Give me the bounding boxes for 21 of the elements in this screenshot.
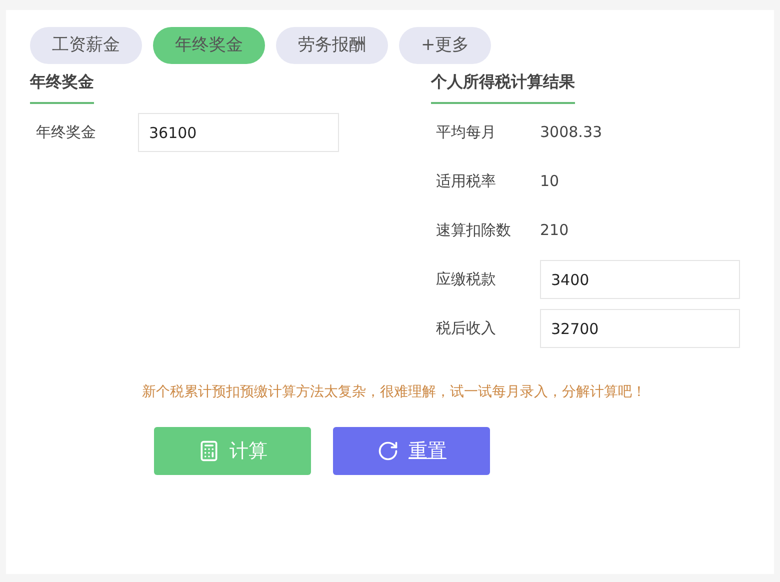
result-value: 3008.33: [540, 122, 602, 144]
field-label: 年终奖金: [35, 122, 97, 144]
section-title: 个人所得税计算结果: [431, 70, 575, 104]
result-field[interactable]: 3400: [540, 260, 740, 299]
result-value: 10: [540, 171, 560, 192]
input-field[interactable]: 36100: [138, 113, 339, 152]
result-label: 平均每月: [435, 122, 497, 144]
result-value: 210: [540, 220, 569, 242]
refresh-icon: [376, 440, 398, 462]
tab[interactable]: 劳务报酬: [276, 27, 388, 64]
result-field[interactable]: 32700: [540, 309, 740, 348]
hint-text: 新个税累计预扣预缴计算方法太复杂，很难理解，试一试每月录入，分解计算吧！: [141, 383, 646, 402]
result-label: 速算扣除数: [435, 220, 512, 242]
reset-button[interactable]: 重置: [333, 427, 490, 475]
result-label: 税后收入: [435, 318, 497, 340]
tab[interactable]: 年终奖金: [153, 27, 265, 64]
tab[interactable]: 工资薪金: [30, 27, 142, 64]
section-title: 年终奖金: [30, 70, 94, 104]
tab[interactable]: +更多: [399, 27, 492, 64]
result-label: 适用税率: [435, 171, 497, 192]
result-label: 应缴税款: [435, 269, 497, 290]
